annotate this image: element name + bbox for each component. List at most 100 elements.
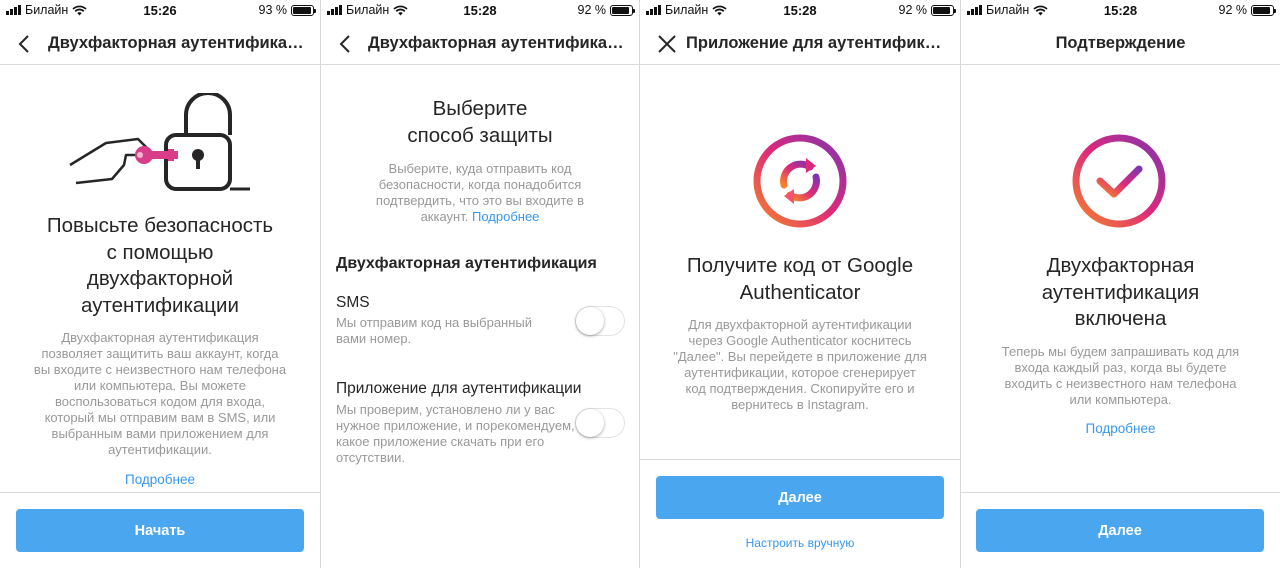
title-line: с помощью: [106, 240, 214, 264]
description-line: код подтверждения. Скопируйте его и: [685, 381, 915, 396]
nav-title: Приложение для аутентификации: [686, 34, 950, 52]
back-button[interactable]: [10, 30, 38, 58]
description-line: "Далее". Вы перейдете в приложение для: [673, 349, 927, 364]
nav-title: Подтверждение: [1055, 34, 1186, 52]
description-line: Теперь мы будем запрашивать код для: [1001, 344, 1240, 359]
description-line: безопасности, когда понадобится: [378, 177, 582, 192]
sms-toggle[interactable]: [575, 306, 625, 336]
description-line: вы входите с неизвестного нам телефона: [33, 362, 287, 377]
battery-percent: 92 %: [898, 3, 928, 17]
chevron-left-icon: [339, 35, 350, 53]
nav-title: Двухфакторная аутентификация: [48, 34, 310, 52]
description-line: Двухфакторная аутентификация: [61, 330, 259, 345]
description-line: аутентификации.: [108, 442, 212, 457]
description: Двухфакторная аутентификация позволяет з…: [10, 330, 310, 458]
description-line: отсутствии.: [336, 450, 406, 465]
status-bar: Билайн 15:28 92 %: [640, 0, 960, 22]
option-description: Мы отправим код на выбранный вами номер.: [336, 315, 586, 347]
footer-divider: [640, 459, 960, 460]
sync-icon: [753, 134, 847, 228]
battery-icon: [291, 4, 316, 16]
battery-icon: [610, 4, 635, 16]
description-line: входа каждый раз, когда вы будете: [1014, 360, 1227, 375]
description-line: вернитесь в Instagram.: [731, 397, 869, 412]
option-description: Мы проверим, установлено ли у вас нужное…: [336, 402, 586, 466]
description-line: подтвердить, что это вы входите в: [375, 193, 585, 208]
description-line: через Google Authenticator коснитесь: [688, 333, 912, 348]
padlock-illustration: [69, 93, 250, 191]
title-line: аутентификации: [81, 293, 239, 317]
description-line: Мы отправим код на выбранный: [336, 315, 533, 330]
battery-percent: 92 %: [1218, 3, 1248, 17]
title-line: Получите код от Google: [686, 254, 914, 277]
start-button[interactable]: Начать: [16, 509, 304, 552]
battery-percent: 92 %: [577, 3, 607, 17]
title-line: Authenticator: [739, 280, 861, 304]
status-bar: Билайн 15:28 92 %: [321, 0, 639, 22]
description-line: воспользоваться кодом для входа,: [54, 394, 266, 409]
description-line: аутентификации, которое сгенерирует: [684, 365, 916, 380]
description-line: нужное приложение, и порекомендуем,: [336, 418, 575, 433]
chevron-left-icon: [18, 35, 29, 53]
title-line: включена: [1074, 307, 1167, 330]
footer-divider: [0, 492, 320, 493]
description-line: Выберите, куда отправить код: [388, 161, 572, 176]
toggle-knob: [576, 307, 604, 335]
screen-intro: Билайн 15:26 93 % Двухфакторная аутентиф…: [0, 0, 320, 568]
page-title: Повысьте безопасность с помощью двухфакт…: [0, 213, 320, 319]
battery-icon: [931, 4, 956, 16]
nav-bar: Двухфакторная аутентификация: [321, 22, 639, 65]
title-line: аутентификация: [1041, 280, 1200, 304]
learn-more-link[interactable]: Подробнее: [472, 209, 539, 224]
description-line: или компьютера. Вы можете: [74, 378, 246, 393]
title-line: Двухфакторная: [1046, 254, 1195, 277]
screen-choose-method: Билайн 15:28 92 % Двухфакторная аутентиф…: [321, 0, 639, 568]
screen-confirmation: Билайн 15:28 92 % Подтверждение Двухфакт…: [961, 0, 1280, 568]
next-button[interactable]: Далее: [976, 509, 1264, 552]
description-line: Для двухфакторной аутентификации: [688, 317, 912, 332]
footer-divider: [961, 492, 1280, 493]
manual-setup-link[interactable]: Настроить вручную: [640, 536, 960, 550]
title-line: способ защиты: [407, 123, 553, 147]
next-button[interactable]: Далее: [656, 476, 944, 519]
nav-bar: Двухфакторная аутентификация: [0, 22, 320, 65]
description: Теперь мы будем запрашивать код для вход…: [971, 344, 1270, 408]
close-icon: [658, 35, 676, 53]
close-button[interactable]: [653, 30, 681, 58]
option-title: SMS: [336, 294, 370, 311]
auth-app-toggle[interactable]: [575, 408, 625, 438]
description-line: какое приложение скачать при его: [336, 434, 545, 449]
status-bar: Билайн 15:28 92 %: [961, 0, 1280, 22]
check-icon: [1072, 134, 1166, 228]
description-last: аккаунт.: [420, 209, 469, 224]
title-line: Повысьте безопасность: [46, 214, 274, 237]
description-line: который мы отправим вам в SMS, или: [44, 410, 276, 425]
toggle-knob: [576, 409, 604, 437]
description: Выберите, куда отправить код безопасност…: [336, 161, 624, 225]
page-title: Выберите способ защиты: [321, 96, 639, 149]
description-line: позволяет защитить ваш аккаунт, когда: [41, 346, 279, 361]
description-line: Мы проверим, установлено ли у вас: [336, 402, 555, 417]
nav-title: Двухфакторная аутентификация: [368, 34, 630, 52]
status-bar: Билайн 15:26 93 %: [0, 0, 320, 22]
description-line: выбранным вами приложением для: [51, 426, 269, 441]
back-button[interactable]: [331, 30, 359, 58]
learn-more-link[interactable]: Подробнее: [0, 472, 320, 487]
nav-bar: Приложение для аутентификации: [640, 22, 960, 65]
option-title: Приложение для аутентификации: [336, 380, 582, 397]
page-title: Получите код от Google Authenticator: [640, 253, 960, 306]
description: Для двухфакторной аутентификации через G…: [650, 317, 950, 413]
description-line: аккаунт. Подробнее: [336, 209, 624, 225]
battery-icon: [1251, 4, 1276, 16]
description-line: вами номер.: [336, 331, 412, 346]
description-line: или компьютера.: [1069, 392, 1172, 407]
title-line: двухфакторной: [86, 267, 234, 290]
nav-bar: Подтверждение: [961, 22, 1280, 65]
section-header: Двухфакторная аутентификация: [336, 255, 597, 272]
screen-auth-app: Билайн 15:28 92 % Приложение для аутенти…: [640, 0, 960, 568]
learn-more-link[interactable]: Подробнее: [961, 421, 1280, 436]
battery-percent: 93 %: [258, 3, 288, 17]
page-title: Двухфакторная аутентификация включена: [961, 253, 1280, 333]
description-line: входить с неизвестного нам телефона: [1004, 376, 1237, 391]
title-line: Выберите: [432, 97, 528, 120]
